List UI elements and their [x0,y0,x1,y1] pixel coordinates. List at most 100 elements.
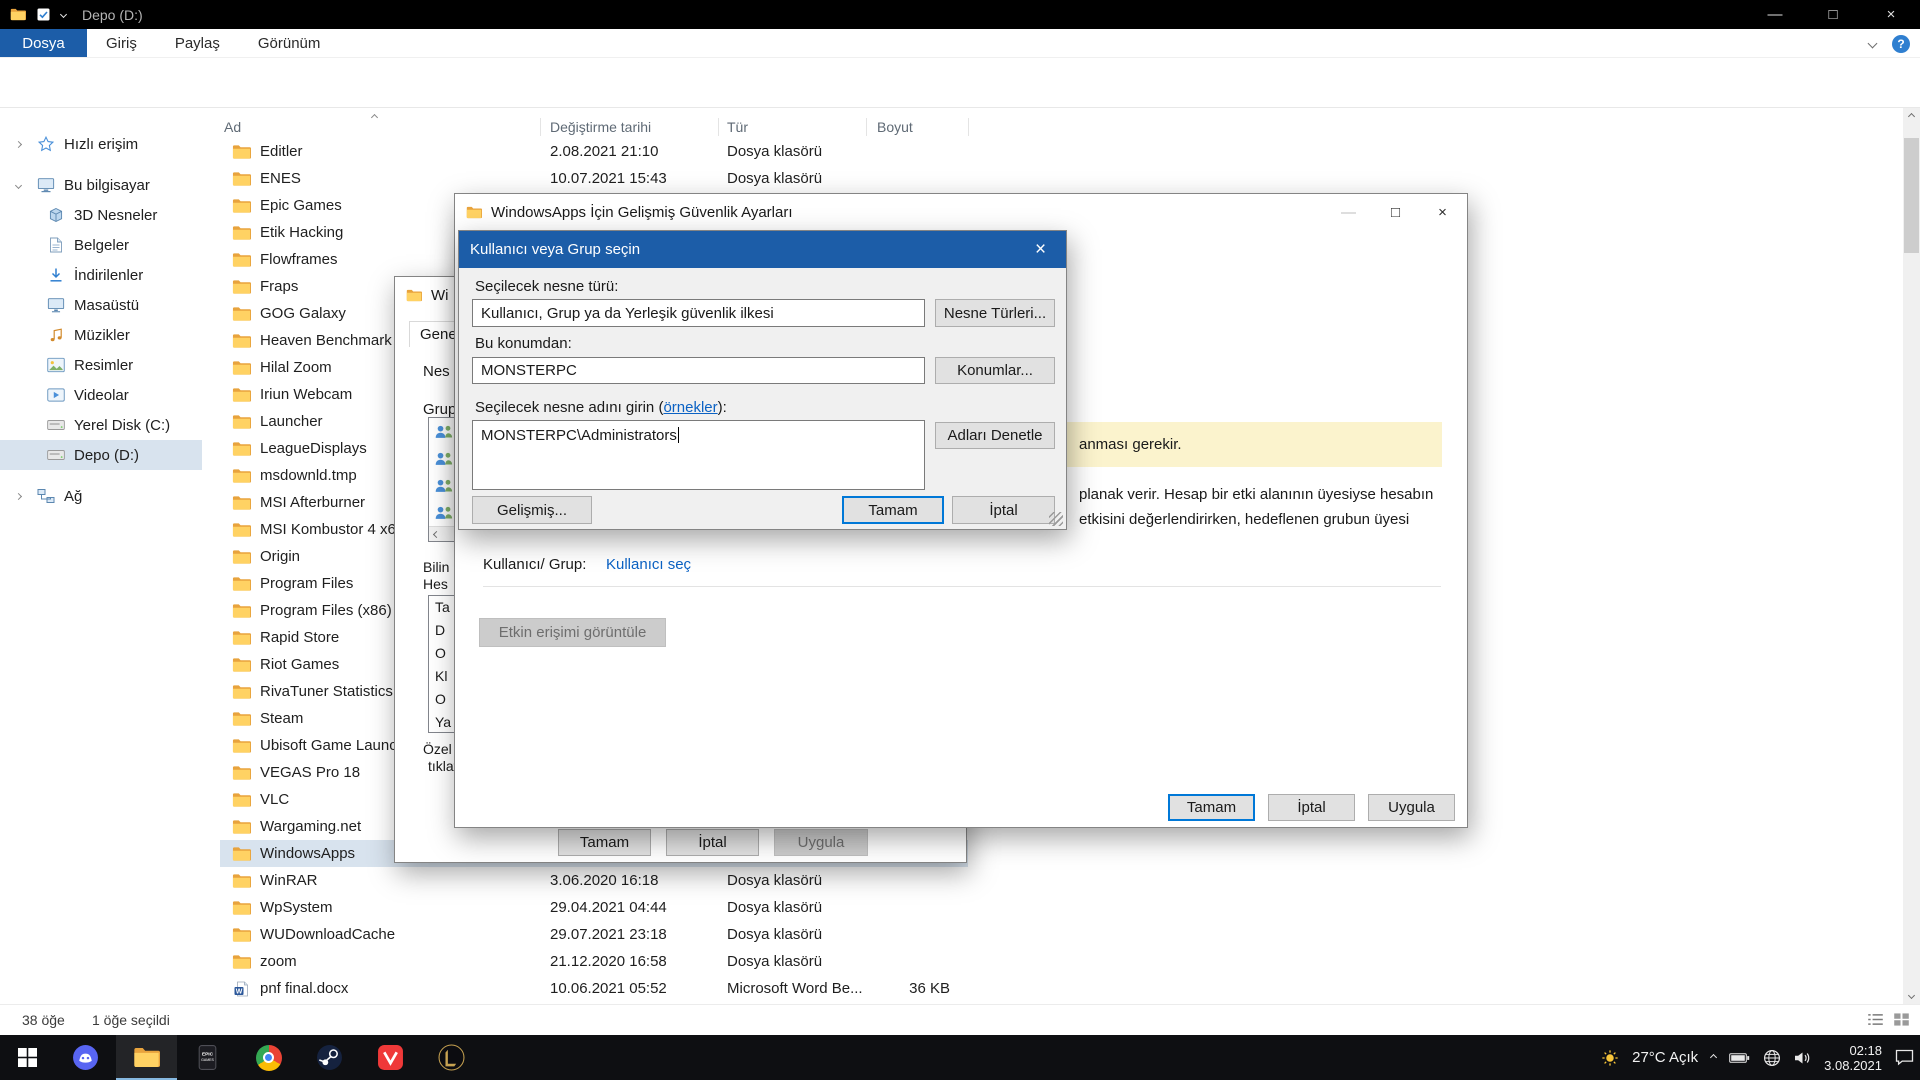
object-name-label-prefix: Seçilecek nesne adını girin ( [475,399,663,416]
sidebar-item-yerel-disk-c[interactable]: Yerel Disk (C:) [0,410,202,440]
sidebar-item-a[interactable]: Ağ [0,481,202,511]
location-field[interactable]: MONSTERPC [472,357,925,384]
action-center-icon[interactable] [1895,1049,1914,1066]
expander-chevron-icon[interactable] [15,492,22,499]
vertical-scrollbar[interactable] [1903,108,1920,1004]
help-icon[interactable]: ? [1892,35,1910,53]
locations-button[interactable]: Konumlar... [935,357,1055,384]
sidebar-item-h-zl-eri-im[interactable]: Hızlı erişim [0,129,202,159]
folder-icon [232,657,251,673]
sidebar-item-bu-bilgisayar[interactable]: Bu bilgisayar [0,170,202,200]
file-date: 21.12.2020 16:58 [550,948,720,975]
sidebar-item-label: İndirilenler [74,267,143,284]
scroll-up-icon[interactable] [1903,108,1920,125]
volume-icon[interactable] [1794,1051,1811,1065]
view-effective-access-button[interactable]: Etkin erişimi görüntüle [479,618,666,647]
minimize-button[interactable]: — [1746,0,1804,29]
file-date: 2.08.2021 21:10 [550,138,720,165]
file-row[interactable]: WpSystem29.04.2021 04:44Dosya klasörü [220,894,968,921]
sidebar-item-masa-st[interactable]: Masaüstü [0,290,202,320]
star-icon [37,136,55,152]
advanced-dialog-window-controls: —□× [1325,194,1466,231]
taskbar-app-explorer[interactable] [116,1035,177,1080]
weather-sun-icon[interactable] [1601,1049,1619,1067]
object-types-button[interactable]: Nesne Türleri... [935,299,1055,327]
start-button[interactable] [0,1035,55,1080]
tab-giri[interactable]: Giriş [87,29,156,57]
sidebar-item-depo-d[interactable]: Depo (D:) [0,440,202,470]
resize-grip[interactable] [1049,512,1063,526]
taskbar-app-league[interactable] [421,1035,482,1080]
details-view-icon[interactable] [1867,1012,1884,1027]
folder-icon [232,711,251,727]
advanced-apply-button[interactable]: Uygula [1368,794,1455,821]
expand-ribbon-chevron-icon[interactable] [1868,39,1878,49]
close-icon[interactable]: × [1015,231,1066,268]
file-row[interactable]: Wpnf final.docx10.06.2021 05:52Microsoft… [220,975,968,1002]
tab-file[interactable]: Dosya [0,29,87,57]
column-header-name[interactable]: Ad [224,116,241,138]
expander-chevron-icon[interactable] [15,140,22,147]
properties-check-icon[interactable] [37,8,50,21]
properties-apply-button[interactable]: Uygula [774,829,868,856]
scroll-down-icon[interactable] [1903,987,1920,1004]
examples-link[interactable]: örnekler [663,399,717,416]
file-name: MSI Kombustor 4 x64 [260,516,404,543]
file-row[interactable]: zoom21.12.2020 16:58Dosya klasörü [220,948,968,975]
tab-payla[interactable]: Paylaş [156,29,239,57]
select-ok-button[interactable]: Tamam [842,496,944,524]
properties-ok-button[interactable]: Tamam [558,829,651,856]
explorer-titlebar: Depo (D:) —□× [0,0,1920,29]
select-cancel-button[interactable]: İptal [952,496,1055,524]
weather-text[interactable]: 27°C Açık [1632,1049,1698,1066]
scrollbar-thumb[interactable] [1904,138,1919,253]
file-row[interactable]: ENES10.07.2021 15:43Dosya klasörü [220,165,968,192]
file-row[interactable]: WinRAR3.06.2020 16:18Dosya klasörü [220,867,968,894]
column-header-type[interactable]: Tür [727,116,748,138]
battery-icon[interactable] [1729,1052,1750,1064]
tab-g-r-n-m[interactable]: Görünüm [239,29,340,57]
advanced-ok-button[interactable]: Tamam [1168,794,1255,821]
taskbar-app-discord[interactable] [55,1035,116,1080]
close-button[interactable]: × [1862,0,1920,29]
sidebar-item-videolar[interactable]: Videolar [0,380,202,410]
taskbar-app-steam[interactable] [299,1035,360,1080]
customize-toolbar-chevron-icon[interactable] [60,11,67,18]
minimize-button[interactable]: — [1325,194,1372,231]
column-header-date[interactable]: Değiştirme tarihi [550,116,651,138]
sidebar-item-label: Yerel Disk (C:) [74,417,170,434]
sidebar-item-resimler[interactable]: Resimler [0,350,202,380]
object-type-field[interactable]: Kullanıcı, Grup ya da Yerleşik güvenlik … [472,299,925,327]
taskbar-app-vivaldi[interactable] [360,1035,421,1080]
users-icon [434,424,454,439]
column-header-size[interactable]: Boyut [877,116,913,138]
object-name-textarea[interactable]: MONSTERPC\Administrators [472,420,925,490]
show-hidden-icons-chevron-icon[interactable] [1710,1054,1717,1061]
sidebar-item-belgeler[interactable]: Belgeler [0,230,202,260]
sidebar-item-i-ndirilenler[interactable]: İndirilenler [0,260,202,290]
sidebar-item-m-zikler[interactable]: Müzikler [0,320,202,350]
advanced-button[interactable]: Gelişmiş... [472,496,592,524]
maximize-button[interactable]: □ [1372,194,1419,231]
vivaldi-icon [377,1044,404,1071]
file-row[interactable]: Editler2.08.2021 21:10Dosya klasörü [220,138,968,165]
clock[interactable]: 02:18 3.08.2021 [1824,1043,1882,1073]
check-names-button[interactable]: Adları Denetle [935,422,1055,449]
expander-chevron-icon[interactable] [15,181,22,188]
thumbnail-view-icon[interactable] [1893,1012,1910,1027]
folder-icon [232,441,251,457]
close-button[interactable]: × [1419,194,1466,231]
scroll-left-icon[interactable] [429,527,444,542]
file-date: 29.04.2021 04:44 [550,894,720,921]
taskbar-app-chrome[interactable] [238,1035,299,1080]
select-user-link[interactable]: Kullanıcı seç [606,556,691,573]
taskbar-app-epic[interactable]: EPICGAMES [177,1035,238,1080]
network-icon[interactable] [1763,1049,1781,1067]
file-row[interactable]: WUDownloadCache29.07.2021 23:18Dosya kla… [220,921,968,948]
properties-cancel-button[interactable]: İptal [666,829,759,856]
maximize-button[interactable]: □ [1804,0,1862,29]
file-name: VLC [260,786,289,813]
sidebar-item-3d-nesneler[interactable]: 3D Nesneler [0,200,202,230]
users-icon [434,505,454,520]
advanced-cancel-button[interactable]: İptal [1268,794,1355,821]
